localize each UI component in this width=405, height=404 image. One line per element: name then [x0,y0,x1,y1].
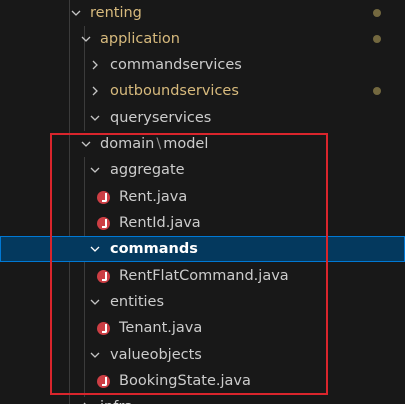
tree-item-infra[interactable]: infra [0,394,405,404]
chevron-down-icon[interactable] [80,33,92,45]
tree-item-commandservices[interactable]: commandservices [0,52,405,78]
tree-item-rentid-java[interactable]: RentId.java [0,210,405,236]
modified-indicator [373,35,381,44]
tree-item-label: commandservices [110,56,242,73]
modified-indicator [373,87,381,96]
java-icon [97,190,110,204]
java-icon [97,374,110,388]
tree-item-label: renting [90,4,142,21]
tree-item-queryservices[interactable]: queryservices [0,105,405,131]
tree-item-label: BookingState.java [119,372,251,389]
chevron-right-icon[interactable] [89,85,101,97]
tree-item-label: RentId.java [119,214,201,231]
tree-item-label: commands [110,240,198,257]
path-segment: domain [100,135,155,152]
tree-item-rent-java[interactable]: Rent.java [0,184,405,210]
tree-item-entities[interactable]: entities [0,289,405,315]
tree-item-label: infra [100,400,133,404]
tree-item-label: queryservices [110,109,212,126]
tree-item-domain-model[interactable]: domain \ model [0,131,405,157]
tree-item-label: valueobjects [110,346,202,363]
tree-item-application[interactable]: application [0,26,405,52]
path-separator: \ [156,135,162,152]
tree-item-label: Tenant.java [119,319,203,336]
tree-item-bookingstate-java[interactable]: BookingState.java [0,368,405,394]
tree-item-aggregate[interactable]: aggregate [0,157,405,183]
tree-item-label: RentFlatCommand.java [119,267,289,284]
tree-item-tenant-java[interactable]: Tenant.java [0,315,405,341]
tree-item-valueobjects[interactable]: valueobjects [0,342,405,368]
chevron-down-icon[interactable] [89,112,101,124]
modified-indicator [373,9,381,18]
tree-item-renting[interactable]: renting [0,0,405,26]
tree-item-label: application [100,30,180,47]
chevron-down-icon[interactable] [89,243,101,255]
chevron-down-icon[interactable] [89,296,101,308]
chevron-down-icon[interactable] [89,164,101,176]
chevron-down-icon[interactable] [80,138,92,150]
file-explorer-tree: renting application commandservices outb… [0,0,405,404]
java-icon [97,216,110,230]
tree-item-label: domain \ model [100,137,208,152]
chevron-down-icon[interactable] [89,349,101,361]
chevron-down-icon[interactable] [70,7,82,19]
chevron-right-icon[interactable] [89,59,101,71]
tree-item-outboundservices[interactable]: outboundservices [0,78,405,104]
tree-item-rentflatcommand-java[interactable]: RentFlatCommand.java [0,263,405,289]
tree-item-label: Rent.java [119,188,188,205]
path-segment: model [163,135,209,152]
tree-item-label: entities [110,293,165,310]
java-icon [97,321,110,335]
tree-item-label: outboundservices [110,82,239,99]
tree-item-commands[interactable]: commands [0,236,405,263]
tree-item-label: aggregate [110,161,185,178]
java-icon [97,269,110,283]
